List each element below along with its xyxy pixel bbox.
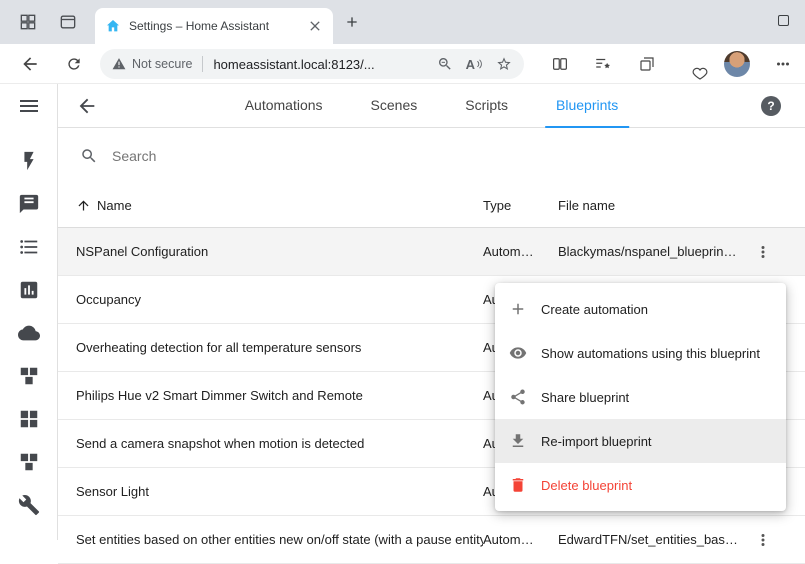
menu-item-label: Show automations using this blueprint [541, 346, 760, 361]
browser-toolbar: Not secure homeassistant.local:8123/... … [0, 44, 805, 84]
blueprint-context-menu: Create automation Show automations using… [495, 283, 786, 511]
row-name: Occupancy [76, 292, 483, 307]
row-overflow-menu-icon[interactable] [754, 243, 772, 261]
row-name: Send a camera snapshot when motion is de… [76, 436, 483, 451]
row-name: Overheating detection for all temperatur… [76, 340, 483, 355]
menu-item-delete-blueprint[interactable]: Delete blueprint [495, 463, 786, 507]
menu-item-show-automations[interactable]: Show automations using this blueprint [495, 331, 786, 375]
ha-tabs: Automations Scenes Scripts Blueprints [234, 84, 630, 128]
browser-titlebar: Settings – Home Assistant [0, 0, 805, 44]
search-row [58, 128, 805, 184]
row-type: Autom… [483, 244, 558, 259]
share-icon [509, 388, 527, 406]
todo-list-icon[interactable] [18, 225, 40, 268]
tab-blueprints[interactable]: Blueprints [545, 84, 629, 128]
home-assistant-favicon-icon [105, 18, 121, 34]
row-name: Sensor Light [76, 484, 483, 499]
refresh-icon[interactable] [66, 55, 83, 72]
url-text: homeassistant.local:8123/... [213, 57, 436, 72]
profile-avatar[interactable] [724, 51, 750, 77]
split-screen-icon[interactable] [551, 55, 569, 73]
search-input[interactable] [110, 147, 805, 165]
table-header: Name Type File name [58, 184, 805, 228]
column-header-name-label: Name [97, 198, 132, 213]
trash-icon [509, 476, 527, 494]
window-maximize-button[interactable] [778, 15, 789, 26]
plus-icon [509, 300, 527, 318]
workspaces-icon[interactable] [18, 12, 38, 32]
read-aloud-icon[interactable]: A [466, 57, 483, 72]
browser-tab[interactable]: Settings – Home Assistant [95, 8, 333, 44]
column-header-type[interactable]: Type [483, 198, 558, 213]
browser-menu-icon[interactable] [774, 55, 792, 73]
back-icon[interactable] [20, 54, 40, 74]
new-tab-button[interactable] [344, 14, 360, 30]
developer-tools-icon[interactable] [18, 483, 40, 526]
zoom-out-icon[interactable] [437, 56, 453, 72]
ha-header: Automations Scenes Scripts Blueprints ? [58, 84, 805, 128]
address-bar[interactable]: Not secure homeassistant.local:8123/... … [100, 49, 524, 79]
read-aloud-letter: A [466, 57, 475, 72]
devices-icon-3[interactable] [18, 440, 40, 483]
not-secure-warning-icon [112, 57, 126, 71]
sort-ascending-icon [76, 198, 91, 213]
table-row[interactable]: Set entities based on other entities new… [58, 516, 805, 564]
row-name: NSPanel Configuration [76, 244, 483, 259]
menu-item-label: Delete blueprint [541, 478, 632, 493]
menu-item-label: Re-import blueprint [541, 434, 652, 449]
address-divider [202, 56, 203, 72]
tab-close-icon[interactable] [307, 18, 323, 34]
menu-item-create-automation[interactable]: Create automation [495, 287, 786, 331]
security-label[interactable]: Not secure [132, 57, 192, 71]
menu-item-reimport-blueprint[interactable]: Re-import blueprint [495, 419, 786, 463]
column-header-name[interactable]: Name [76, 198, 483, 213]
energy-icon[interactable] [18, 139, 40, 182]
devices-icon-1[interactable] [18, 354, 40, 397]
column-header-file[interactable]: File name [558, 198, 742, 213]
help-icon[interactable]: ? [761, 96, 781, 116]
row-name: Philips Hue v2 Smart Dimmer Switch and R… [76, 388, 483, 403]
table-row[interactable]: NSPanel Configuration Autom… Blackymas/n… [58, 228, 805, 276]
menu-item-label: Create automation [541, 302, 648, 317]
collections-icon[interactable] [638, 55, 656, 73]
cloud-icon[interactable] [18, 311, 40, 354]
menu-item-share-blueprint[interactable]: Share blueprint [495, 375, 786, 419]
tab-scenes[interactable]: Scenes [360, 84, 429, 128]
menu-item-label: Share blueprint [541, 390, 629, 405]
ha-back-icon[interactable] [76, 95, 98, 117]
favorite-star-icon[interactable] [496, 56, 512, 72]
favorites-icon[interactable] [594, 55, 612, 73]
tab-scripts[interactable]: Scripts [454, 84, 519, 128]
tab-automations[interactable]: Automations [234, 84, 334, 128]
search-icon [80, 147, 98, 165]
eye-icon [509, 344, 527, 362]
ha-sidebar [0, 84, 58, 540]
download-icon [509, 432, 527, 450]
tab-actions-icon[interactable] [58, 12, 78, 32]
history-chart-icon[interactable] [18, 268, 40, 311]
tab-title: Settings – Home Assistant [129, 19, 307, 33]
row-file: Blackymas/nspanel_blueprin… [558, 244, 742, 259]
sidebar-menu-icon[interactable] [17, 94, 41, 118]
devices-icon-2[interactable] [18, 397, 40, 440]
logbook-icon[interactable] [18, 182, 40, 225]
sidebar-icons [0, 139, 57, 526]
